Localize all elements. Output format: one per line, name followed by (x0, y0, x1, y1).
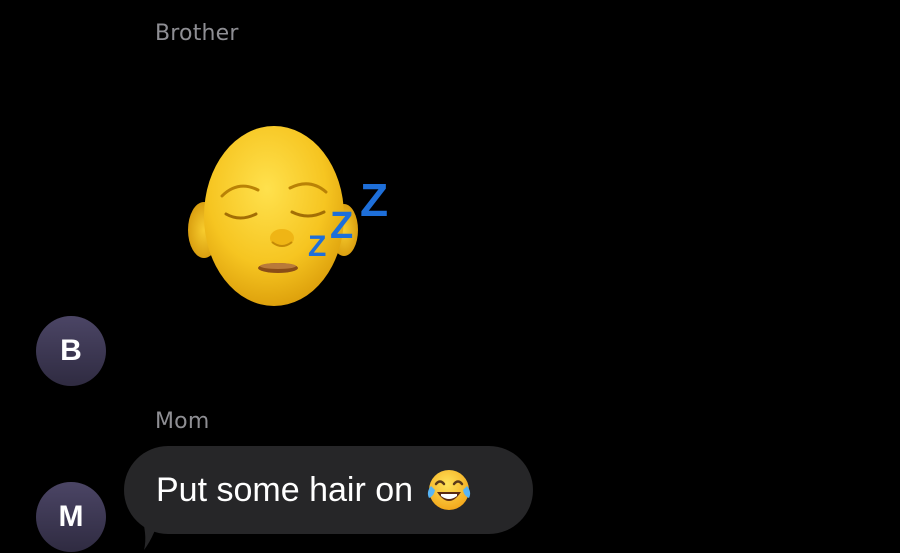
sender-name-brother: Brother (155, 21, 239, 46)
bubble-tail (140, 512, 160, 550)
avatar-mom[interactable]: M (36, 482, 106, 552)
avatar-brother[interactable]: B (36, 316, 106, 386)
sender-name-mom: Mom (155, 409, 210, 434)
face-with-tears-of-joy-icon (427, 470, 471, 510)
message-bubble-mom[interactable]: Put some hair on (124, 446, 533, 534)
message-text: Put some hair on (156, 471, 414, 509)
sleeping-bald-memoji-icon[interactable]: Z Z Z (186, 118, 408, 314)
svg-text:Z: Z (360, 174, 388, 226)
svg-text:Z: Z (308, 230, 326, 263)
svg-text:Z: Z (330, 205, 353, 247)
